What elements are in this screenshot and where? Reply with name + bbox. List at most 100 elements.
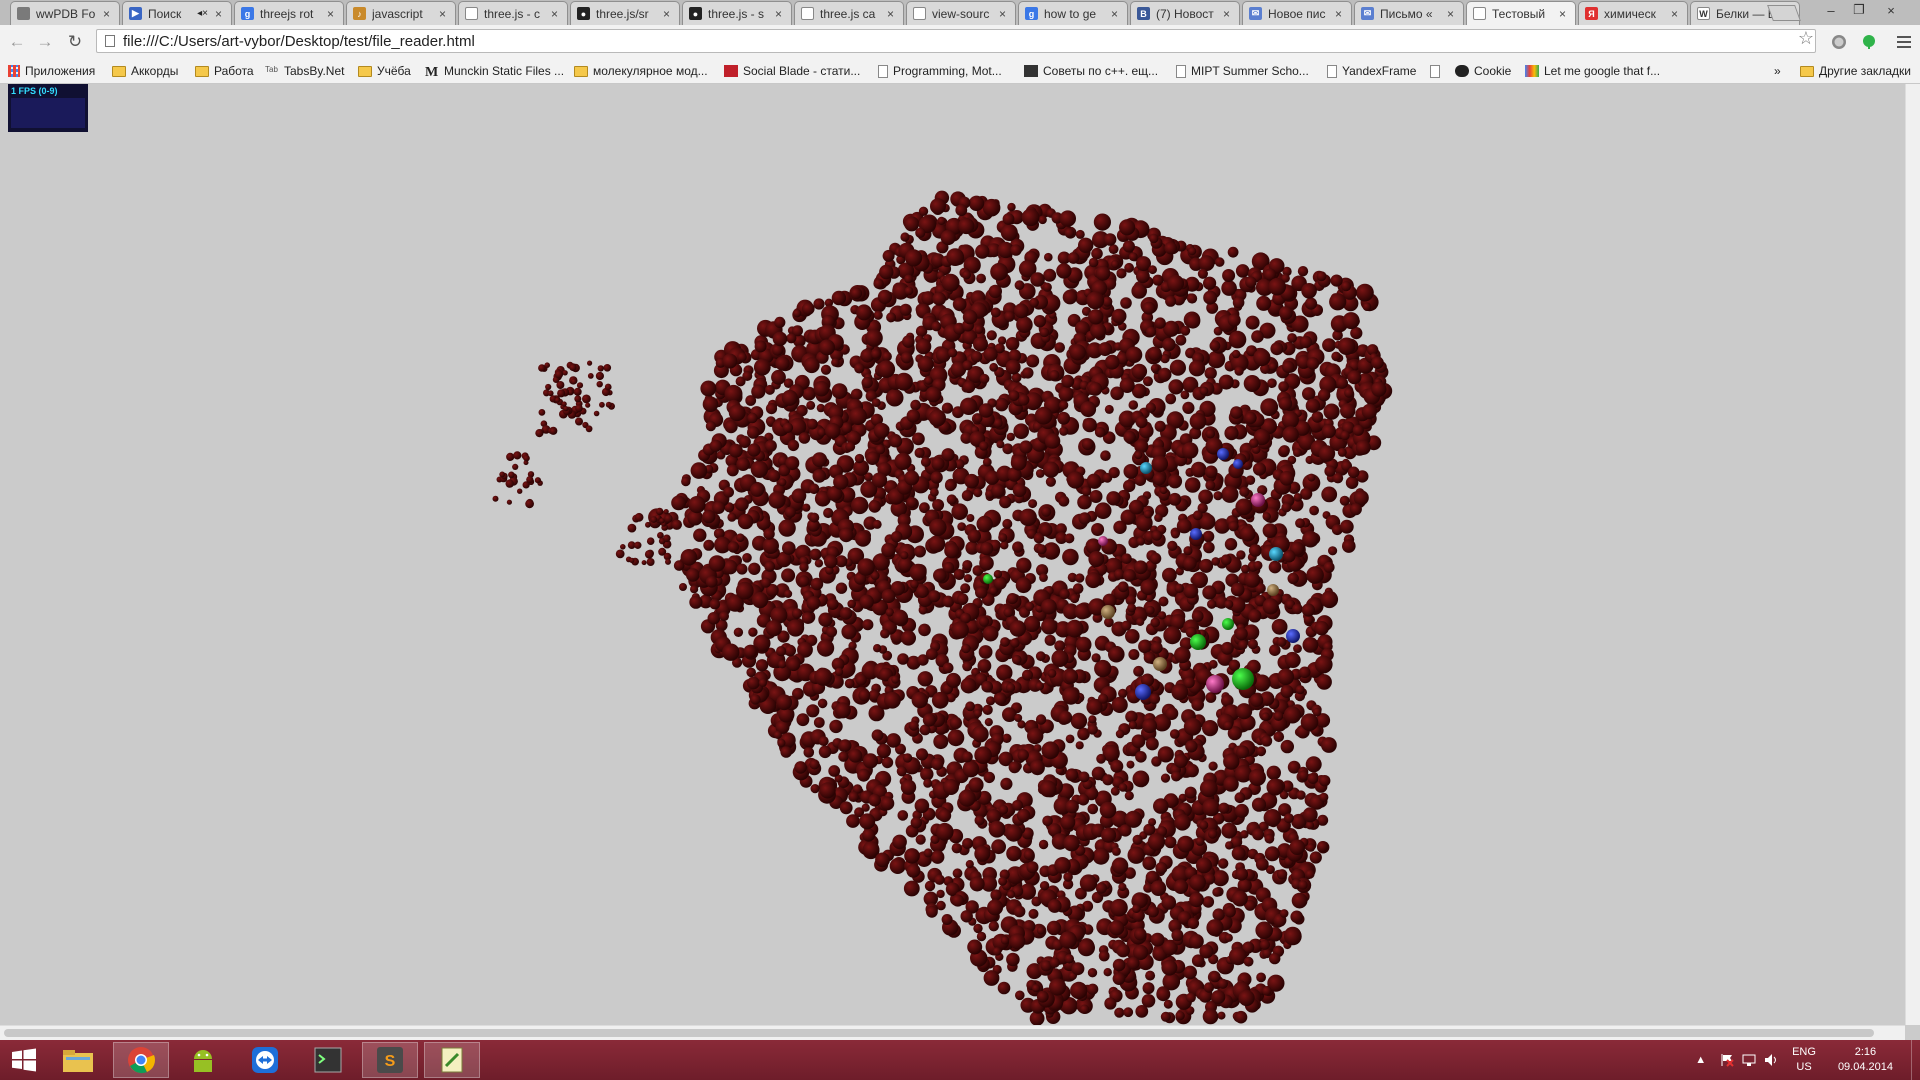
bookmark-link[interactable]: Let me google that f... [1525, 62, 1660, 80]
horizontal-scroll-thumb[interactable] [4, 1029, 1874, 1037]
folder-icon [112, 65, 126, 77]
tab-close-icon[interactable]: × [887, 7, 897, 21]
menu-icon[interactable] [1895, 33, 1913, 51]
fps-stats-panel[interactable]: 1 FPS (0-9) [8, 84, 88, 132]
bookmark-link[interactable]: M Munckin Static Files ... [425, 62, 564, 80]
network-icon[interactable] [1742, 1053, 1756, 1067]
tab-close-icon[interactable]: × [1671, 7, 1681, 21]
reload-button[interactable]: ↻ [62, 30, 88, 54]
address-bar[interactable]: file:///C:/Users/art-vybor/Desktop/test/… [96, 29, 1816, 53]
extension-leaf-icon[interactable] [1860, 33, 1878, 51]
bookmark-link[interactable]: MIPT Summer Scho... [1176, 62, 1309, 80]
tab-favicon-icon: ♪ [353, 7, 366, 20]
browser-tab[interactable]: Яхимическ × [1578, 1, 1688, 25]
browser-tab[interactable]: ▶ Поиск ◂× × [122, 1, 232, 25]
url-text[interactable]: file:///C:/Users/art-vybor/Desktop/test/… [123, 33, 475, 50]
browser-tab[interactable]: ● three.js - s × [682, 1, 792, 25]
tabsby-icon: Tab [265, 65, 278, 74]
close-window-button[interactable]: × [1878, 0, 1904, 20]
browser-tab[interactable]: g threejs rot × [234, 1, 344, 25]
start-button[interactable] [2, 1042, 46, 1078]
webgl-viewport[interactable]: 1 FPS (0-9) [8, 84, 1905, 1025]
bookmark-link[interactable]: Programming, Mot... [878, 62, 1002, 80]
bookmark-link[interactable]: Tab TabsBy.Net [265, 62, 344, 80]
browser-tab[interactable]: ♪ javascript × [346, 1, 456, 25]
bookmark-link[interactable]: Советы по c++. ещ... [1024, 62, 1158, 80]
taskbar-android-studio[interactable] [175, 1042, 231, 1078]
clock[interactable]: 2:16 09.04.2014 [1838, 1045, 1893, 1075]
vertical-scrollbar[interactable] [1905, 84, 1920, 1025]
browser-toolbar: ← → ↻ file:///C:/Users/art-vybor/Desktop… [0, 25, 1920, 59]
bookmark-star-icon[interactable]: ☆ [1797, 28, 1815, 48]
tab-close-icon[interactable]: × [775, 7, 785, 21]
new-tab-button[interactable] [1767, 5, 1801, 21]
browser-tab[interactable]: wwPDB Fo × [10, 1, 120, 25]
taskbar-sublime[interactable]: S [362, 1042, 418, 1078]
tab-close-icon[interactable]: × [439, 7, 449, 21]
tab-close-icon[interactable]: × [1335, 7, 1345, 21]
browser-tab[interactable]: ● three.js/sr × [570, 1, 680, 25]
taskbar-console[interactable] [300, 1042, 356, 1078]
tab-audio-icon[interactable]: ◂× [197, 8, 208, 19]
bookmark-folder[interactable]: Работа [195, 62, 254, 80]
tab-close-icon[interactable]: × [551, 7, 561, 21]
tab-close-icon[interactable]: × [1559, 7, 1569, 21]
browser-tab[interactable]: three.js - c × [458, 1, 568, 25]
restore-button[interactable]: ❐ [1846, 0, 1872, 20]
bookmark-link[interactable]: YandexFrame [1327, 62, 1416, 80]
folder-icon [574, 65, 588, 77]
taskbar-notepad[interactable] [424, 1042, 480, 1078]
browser-tab[interactable]: ✉ Письмо « × [1354, 1, 1464, 25]
bookmarks-overflow-button[interactable]: » [1774, 62, 1781, 80]
cookie-icon [1455, 65, 1469, 77]
tab-title: three.js ca [820, 6, 876, 21]
android-icon [194, 1050, 212, 1072]
bookmark-label: MIPT Summer Scho... [1191, 64, 1309, 78]
browser-tab[interactable]: B (7) Новост × [1130, 1, 1240, 25]
tab-close-icon[interactable]: × [1223, 7, 1233, 21]
other-bookmarks-folder[interactable]: Другие закладки [1800, 62, 1911, 80]
page-icon [1176, 64, 1186, 78]
bookmark-folder[interactable]: молекулярное мод... [574, 62, 708, 80]
tab-close-icon[interactable]: × [215, 7, 225, 21]
language-bottom: US [1796, 1061, 1812, 1073]
show-hidden-icons[interactable]: ▲ [1695, 1053, 1706, 1068]
tab-close-icon[interactable]: × [1111, 7, 1121, 21]
tab-close-icon[interactable]: × [999, 7, 1009, 21]
taskbar-chrome[interactable] [113, 1042, 169, 1078]
tab-strip: wwPDB Fo × ▶ Поиск ◂× × g threejs rot × ♪ javascri… [0, 0, 1920, 25]
bookmark-label: YandexFrame [1342, 64, 1417, 78]
taskbar-teamviewer[interactable] [237, 1042, 293, 1078]
tab-close-icon[interactable]: × [327, 7, 337, 21]
folder-icon [195, 65, 209, 77]
browser-tab[interactable]: ✉ Новое пис × [1242, 1, 1352, 25]
tab-title: Тестовый [1492, 6, 1546, 21]
bookmark-folder[interactable]: Аккорды [112, 62, 178, 80]
browser-tab[interactable]: three.js ca × [794, 1, 904, 25]
bookmark-link[interactable]: Social Blade - стати... [724, 62, 860, 80]
horizontal-scrollbar[interactable] [0, 1025, 1905, 1040]
tab-close-icon[interactable]: × [103, 7, 113, 21]
browser-tab[interactable]: g how to ge × [1018, 1, 1128, 25]
bookmark-link[interactable]: Приложения [8, 62, 95, 80]
sublime-text-icon: S [377, 1047, 403, 1073]
language-indicator[interactable]: ENG US [1792, 1045, 1816, 1075]
taskbar-explorer[interactable] [50, 1042, 106, 1078]
back-button[interactable]: ← [4, 30, 30, 54]
browser-tab[interactable]: view-sourc × [906, 1, 1016, 25]
volume-icon[interactable] [1764, 1053, 1778, 1067]
bookmark-link[interactable] [1430, 62, 1445, 80]
action-center-flag-icon[interactable] [1720, 1053, 1734, 1067]
minimize-button[interactable]: – [1818, 0, 1844, 20]
tab-title: how to ge [1044, 6, 1097, 21]
protein-molecule-render[interactable] [8, 84, 1905, 1025]
extension-clock-icon[interactable] [1830, 33, 1848, 51]
tab-close-icon[interactable]: × [1447, 7, 1457, 21]
tab-close-icon[interactable]: × [663, 7, 673, 21]
browser-tab[interactable]: Тестовый × [1466, 1, 1576, 25]
forward-button[interactable]: → [32, 30, 58, 54]
bookmark-folder[interactable]: Учёба [358, 62, 411, 80]
bookmark-link[interactable]: Cookie [1455, 62, 1511, 80]
show-desktop-button[interactable] [1911, 1040, 1920, 1080]
chrome-icon [128, 1047, 155, 1074]
